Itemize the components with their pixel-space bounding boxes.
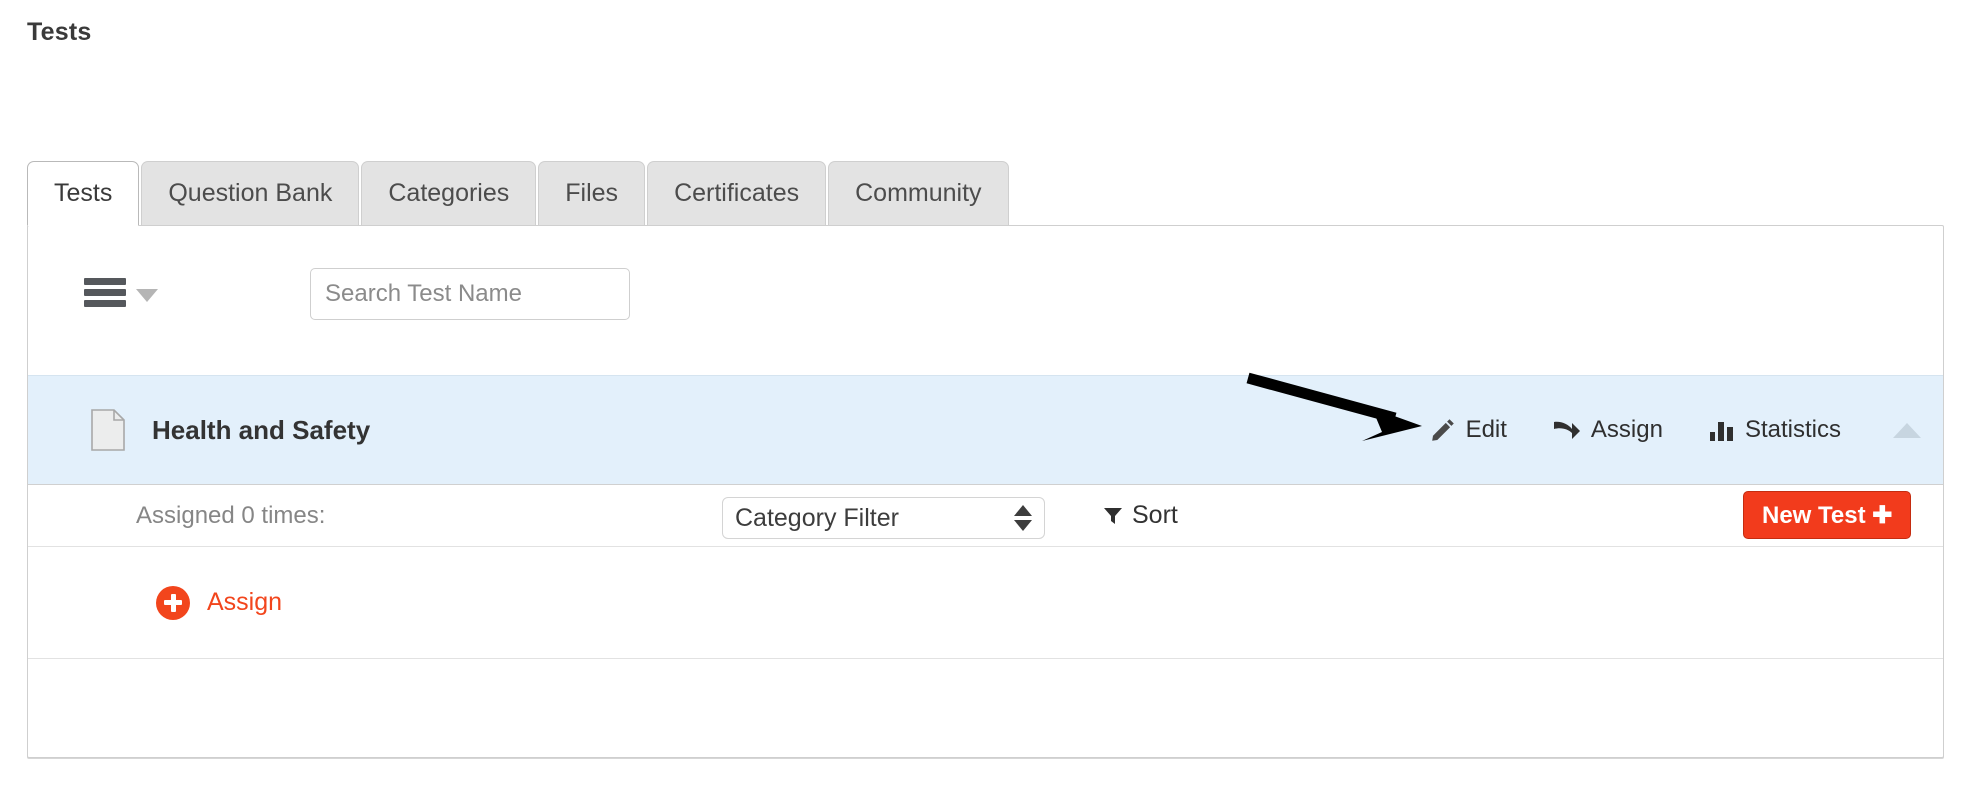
assign-link[interactable]: Assign — [156, 585, 283, 620]
tab-label: Question Bank — [168, 179, 333, 207]
hamburger-menu-icon — [84, 278, 126, 307]
tab-label: Community — [855, 179, 982, 207]
tab-label: Tests — [54, 179, 113, 207]
empty-area — [28, 659, 1943, 758]
assign-link-label: Assign — [207, 588, 283, 616]
search-input[interactable] — [310, 268, 630, 320]
arrow-forward-icon — [1553, 421, 1580, 439]
pencil-icon — [1431, 419, 1454, 441]
assign-label: Assign — [1590, 416, 1663, 443]
tab-files[interactable]: Files — [538, 161, 646, 225]
tab-label: Categories — [388, 179, 510, 207]
assigned-count-label: Assigned 0 times: — [136, 501, 326, 529]
tab-strip: Tests Question Bank Categories Files Cer… — [27, 161, 1011, 226]
tab-categories[interactable]: Categories — [361, 161, 537, 225]
tests-page: Tests Tests Question Bank Categories Fil… — [0, 0, 1971, 791]
menu-button[interactable] — [84, 278, 158, 307]
row-actions: Edit Assign Statistics — [1384, 416, 1943, 444]
page-title: Tests — [27, 18, 92, 46]
tab-label: Certificates — [674, 179, 800, 207]
chevron-down-icon — [136, 289, 158, 302]
plus-circle-icon — [156, 585, 190, 620]
assign-action-row: Assign — [28, 547, 1943, 659]
test-name: Health and Safety — [152, 414, 371, 445]
bar-chart-icon — [1709, 422, 1733, 441]
tab-label: Files — [565, 179, 619, 207]
test-row[interactable]: Health and Safety Edit Assign Statistics — [28, 375, 1943, 485]
edit-button[interactable]: Edit — [1430, 416, 1507, 444]
tab-question-bank[interactable]: Question Bank — [141, 161, 360, 225]
caret-up-icon[interactable] — [1893, 422, 1921, 438]
statistics-label: Statistics — [1744, 416, 1841, 443]
tab-certificates[interactable]: Certificates — [647, 161, 827, 225]
assigned-count-row: Assigned 0 times: — [28, 485, 1943, 547]
statistics-button[interactable]: Statistics — [1709, 416, 1841, 444]
tab-community[interactable]: Community — [828, 161, 1009, 225]
assign-button[interactable]: Assign — [1553, 416, 1663, 444]
document-icon — [91, 409, 125, 451]
tab-tests[interactable]: Tests — [27, 161, 140, 226]
edit-label: Edit — [1465, 416, 1507, 443]
